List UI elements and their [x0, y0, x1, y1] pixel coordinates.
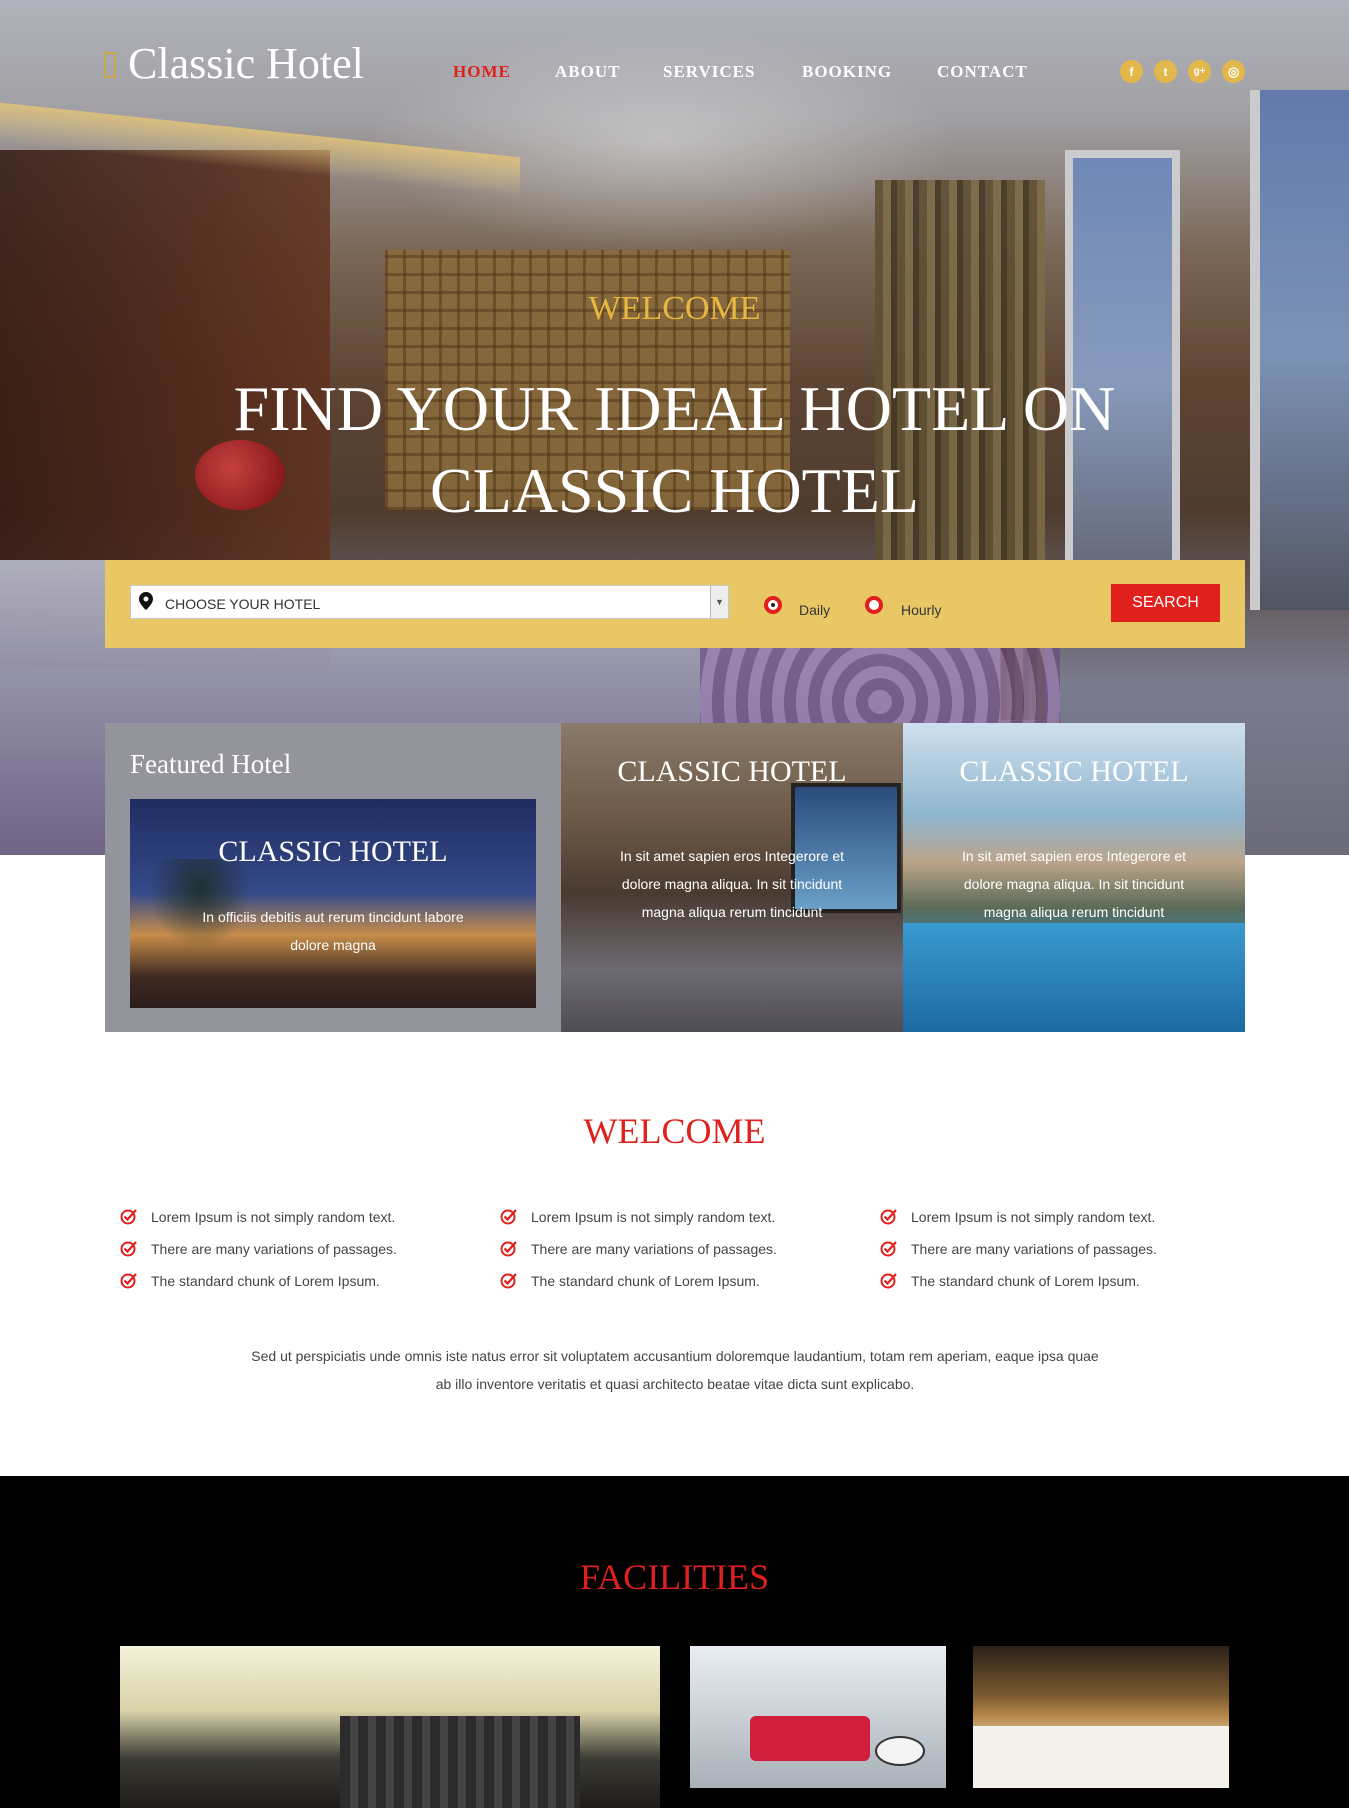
list-item-text: The standard chunk of Lorem Ipsum.	[911, 1273, 1140, 1289]
list-item: There are many variations of passages.	[880, 1239, 1210, 1271]
facility-image-sofa	[750, 1716, 870, 1761]
list-item-text: There are many variations of passages.	[531, 1241, 777, 1257]
map-pin-icon	[139, 592, 153, 615]
list-item-text: The standard chunk of Lorem Ipsum.	[531, 1273, 760, 1289]
list-item-text: There are many variations of passages.	[151, 1241, 397, 1257]
featured-heading: Featured Hotel	[130, 749, 292, 779]
list-item-text: The standard chunk of Lorem Ipsum.	[151, 1273, 380, 1289]
welcome-heading: WELCOME	[583, 1111, 766, 1151]
check-circle-icon	[500, 1239, 518, 1257]
list-item-text: Lorem Ipsum is not simply random text.	[151, 1209, 396, 1225]
facility-image-curtain	[340, 1716, 580, 1808]
list-item: Lorem Ipsum is not simply random text.	[120, 1207, 450, 1239]
hotel-select[interactable]: CHOOSE YOUR HOTEL ▼	[130, 585, 729, 619]
hotel-card[interactable]: CLASSIC HOTEL In sit amet sapien eros In…	[561, 723, 903, 1032]
list-item-text: Lorem Ipsum is not simply random text.	[911, 1209, 1156, 1225]
list-item: The standard chunk of Lorem Ipsum.	[880, 1271, 1210, 1303]
list-item: The standard chunk of Lorem Ipsum.	[120, 1271, 450, 1303]
hotel-card-title: CLASSIC HOTEL	[617, 755, 847, 788]
check-circle-icon	[880, 1239, 898, 1257]
hotel-card-text: In sit amet sapien eros Integerore et do…	[619, 848, 845, 920]
hotel-card[interactable]: CLASSIC HOTEL In sit amet sapien eros In…	[903, 723, 1245, 1032]
hotel-select-value: CHOOSE YOUR HOTEL	[165, 596, 321, 612]
nav-about[interactable]: ABOUT	[555, 62, 620, 82]
featured-card-title: CLASSIC HOTEL	[218, 835, 448, 868]
list-item-text: There are many variations of passages.	[911, 1241, 1157, 1257]
card-image-pool	[903, 923, 1245, 1032]
welcome-paragraph: Sed ut perspiciatis unde omnis iste natu…	[251, 1348, 1099, 1392]
featured-card-text: In officiis debitis aut rerum tincidunt …	[202, 909, 464, 953]
chevron-down-icon[interactable]: ▼	[710, 586, 728, 618]
facilities-heading: FACILITIES	[579, 1557, 770, 1597]
facilities-section: FACILITIES	[0, 1476, 1349, 1808]
featured-hotel-card[interactable]: CLASSIC HOTEL In officiis debitis aut re…	[130, 799, 536, 1008]
check-circle-icon	[500, 1207, 518, 1225]
nav-contact[interactable]: CONTACT	[937, 62, 1028, 82]
search-button[interactable]: SEARCH	[1111, 584, 1220, 622]
radio-daily[interactable]	[764, 596, 782, 614]
search-bar: CHOOSE YOUR HOTEL ▼ Daily Hourly SEARCH	[105, 560, 1245, 648]
facility-image-bed	[973, 1726, 1229, 1788]
hotel-card-title: CLASSIC HOTEL	[959, 755, 1189, 788]
hotel-card-text: In sit amet sapien eros Integerore et do…	[961, 848, 1187, 920]
radio-daily-label: Daily	[799, 602, 831, 618]
list-item: Lorem Ipsum is not simply random text.	[880, 1207, 1210, 1239]
check-circle-icon	[880, 1207, 898, 1225]
feature-list: Lorem Ipsum is not simply random text. T…	[120, 1207, 450, 1303]
featured-hotel-panel: Featured Hotel CLASSIC HOTEL In officiis…	[105, 723, 561, 1032]
check-circle-icon	[880, 1271, 898, 1289]
list-item: Lorem Ipsum is not simply random text.	[500, 1207, 830, 1239]
nav-home[interactable]: HOME	[453, 62, 511, 82]
list-item: There are many variations of passages.	[500, 1239, 830, 1271]
list-item: There are many variations of passages.	[120, 1239, 450, 1271]
facility-image-bedroom[interactable]	[973, 1646, 1229, 1788]
facility-image-lounge[interactable]	[690, 1646, 946, 1788]
radio-hourly[interactable]	[865, 596, 883, 614]
dribbble-icon[interactable]: ◎	[1222, 60, 1245, 83]
main-nav: HOME ABOUT SERVICES BOOKING CONTACT	[0, 62, 1349, 84]
facility-image-table	[875, 1736, 925, 1766]
feature-list: Lorem Ipsum is not simply random text. T…	[500, 1207, 830, 1303]
radio-hourly-label: Hourly	[901, 602, 942, 618]
nav-services[interactable]: SERVICES	[663, 62, 755, 82]
twitter-icon[interactable]: t	[1154, 60, 1177, 83]
facility-image-room[interactable]	[120, 1646, 660, 1808]
hero-title: FIND YOUR IDEAL HOTEL ON CLASSIC HOTEL	[233, 373, 1116, 526]
list-item-text: Lorem Ipsum is not simply random text.	[531, 1209, 776, 1225]
feature-list: Lorem Ipsum is not simply random text. T…	[880, 1207, 1210, 1303]
google-plus-icon[interactable]: g+	[1188, 60, 1211, 83]
check-circle-icon	[120, 1239, 138, 1257]
hero-welcome: WELCOME	[588, 290, 761, 327]
facebook-icon[interactable]: f	[1120, 60, 1143, 83]
nav-booking[interactable]: BOOKING	[802, 62, 892, 82]
check-circle-icon	[120, 1207, 138, 1225]
list-item: The standard chunk of Lorem Ipsum.	[500, 1271, 830, 1303]
check-circle-icon	[500, 1271, 518, 1289]
check-circle-icon	[120, 1271, 138, 1289]
